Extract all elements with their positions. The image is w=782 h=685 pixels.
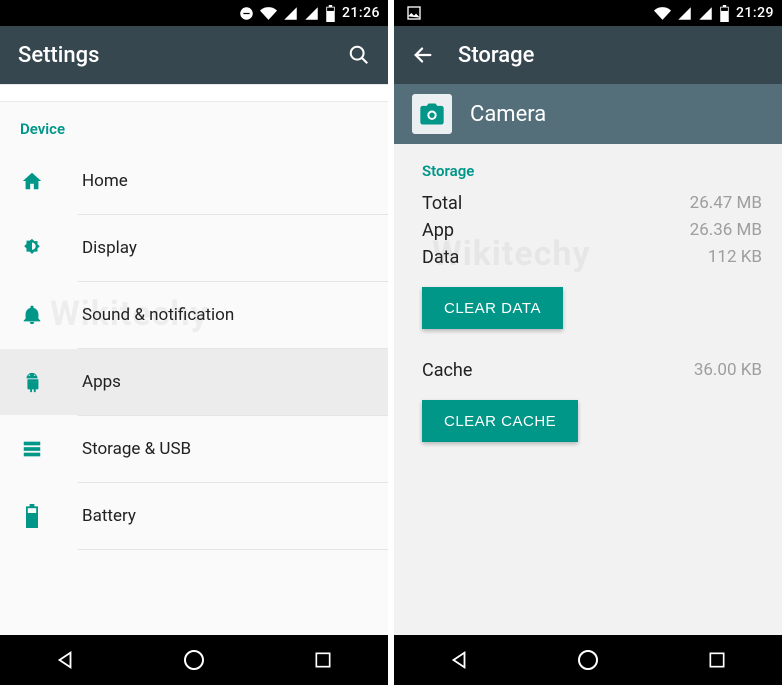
nav-back-button[interactable] (52, 647, 78, 673)
bell-icon (20, 303, 44, 327)
row-label: Data (422, 247, 459, 268)
status-bar-right: 21:29 (394, 0, 782, 26)
app-name-label: Camera (470, 102, 546, 127)
android-icon (20, 370, 44, 394)
item-label: Display (82, 238, 137, 258)
settings-item-battery[interactable]: Battery (0, 483, 388, 549)
storage-content: Storage Total 26.47 MB App 26.36 MB Wiki… (394, 144, 782, 635)
brightness-icon (20, 236, 44, 260)
nav-recents-button[interactable] (704, 647, 730, 673)
settings-content: Device Home Display Wikitechy Sound & no… (0, 84, 388, 635)
item-label: Apps (82, 372, 121, 392)
appbar-title: Storage (458, 43, 534, 68)
appbar-settings: Settings (0, 26, 388, 84)
status-clock: 21:26 (342, 5, 380, 21)
appbar-storage: Storage (394, 26, 782, 84)
search-icon[interactable] (348, 44, 370, 66)
battery-item-icon (20, 504, 44, 528)
nav-home-button[interactable] (181, 647, 207, 673)
settings-item-sound[interactable]: Wikitechy Sound & notification (0, 282, 388, 348)
top-spacer (0, 84, 388, 102)
storage-icon (20, 437, 44, 461)
item-label: Battery (82, 506, 136, 526)
row-total: Total 26.47 MB (422, 190, 762, 217)
battery-icon (325, 5, 336, 22)
image-notification-icon (406, 5, 422, 21)
navbar-right (394, 635, 782, 685)
settings-item-storage[interactable]: Storage & USB (0, 416, 388, 482)
dnd-icon (239, 6, 254, 21)
row-app: App 26.36 MB (422, 217, 762, 244)
row-value: 112 KB (708, 247, 762, 268)
status-clock: 21:29 (736, 5, 774, 21)
signal-icon-2 (304, 6, 319, 21)
signal-icon-1 (677, 6, 692, 21)
battery-icon (719, 5, 730, 22)
section-header-storage: Storage (394, 144, 782, 190)
settings-item-display[interactable]: Display (0, 215, 388, 281)
row-label: App (422, 220, 454, 241)
divider (78, 549, 388, 550)
status-bar-left: 21:26 (0, 0, 388, 26)
app-info-subheader: Camera (394, 84, 782, 144)
clear-cache-button[interactable]: CLEAR CACHE (422, 400, 578, 442)
nav-home-button[interactable] (575, 647, 601, 673)
row-label: Cache (422, 360, 472, 381)
row-data: Wikitechy Data 112 KB (422, 244, 762, 271)
settings-item-apps[interactable]: Apps (0, 349, 388, 415)
signal-icon-2 (698, 6, 713, 21)
nav-recents-button[interactable] (310, 647, 336, 673)
row-label: Total (422, 193, 462, 214)
navbar-left (0, 635, 388, 685)
row-value: 36.00 KB (694, 360, 762, 381)
item-label: Storage & USB (82, 439, 191, 459)
item-label: Home (82, 171, 128, 191)
section-header-device: Device (0, 102, 388, 148)
wifi-icon (260, 5, 277, 22)
nav-back-button[interactable] (446, 647, 472, 673)
back-arrow-icon[interactable] (412, 44, 434, 66)
row-value: 26.47 MB (690, 193, 762, 214)
clear-data-button[interactable]: CLEAR DATA (422, 287, 563, 329)
settings-item-home[interactable]: Home (0, 148, 388, 214)
wifi-icon (654, 5, 671, 22)
home-icon (20, 169, 44, 193)
camera-app-icon (412, 94, 452, 134)
phone-left-settings: 21:26 Settings Device Home Display Wikit… (0, 0, 388, 685)
row-cache: Cache 36.00 KB (422, 357, 762, 384)
signal-icon-1 (283, 6, 298, 21)
row-value: 26.36 MB (690, 220, 762, 241)
item-label: Sound & notification (82, 305, 234, 325)
appbar-title: Settings (18, 43, 99, 68)
phone-right-storage: 21:29 Storage Camera Storage Total 26.47… (394, 0, 782, 685)
